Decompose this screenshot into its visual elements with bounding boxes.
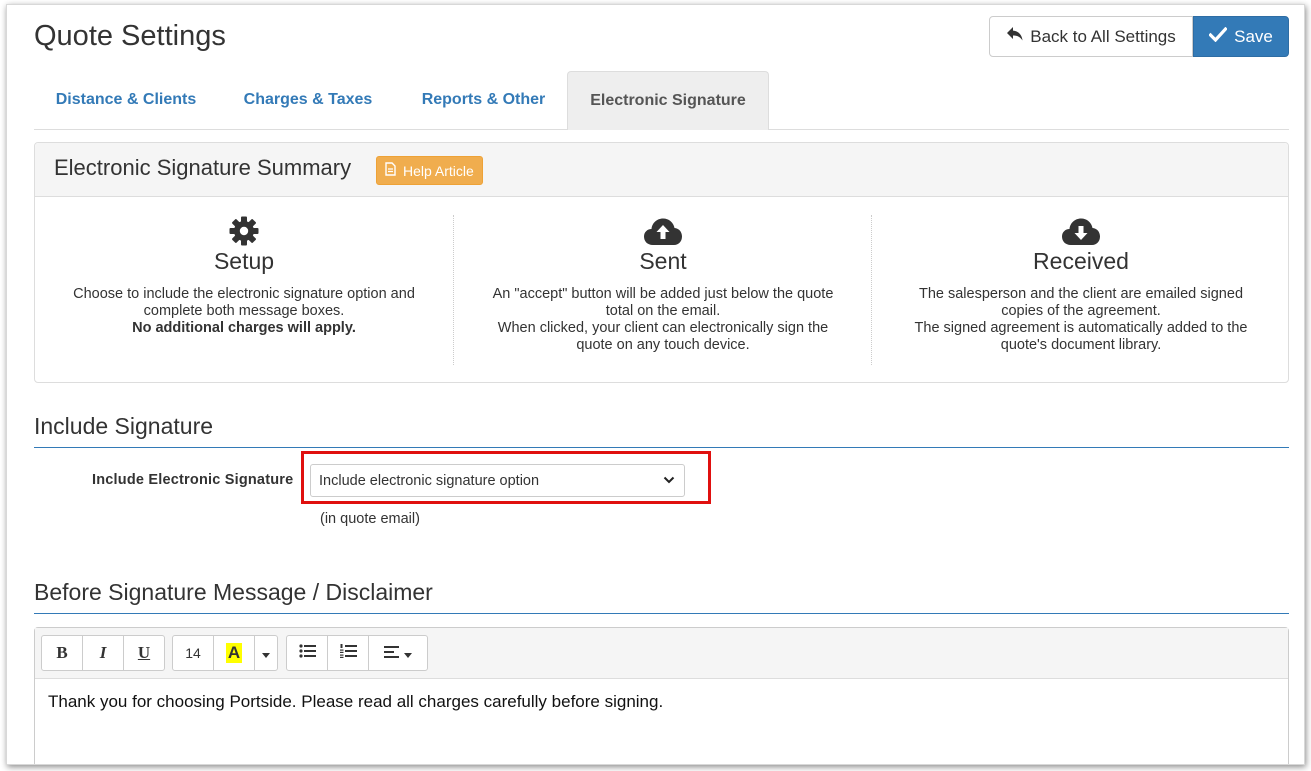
font-group: 14 A (172, 635, 278, 671)
include-signature-label: Include Electronic Signature (92, 472, 294, 488)
help-article-button[interactable]: Help Article (376, 156, 483, 185)
received-line: The signed agreement is automatically ad… (914, 320, 1248, 353)
section-divider (34, 447, 1289, 448)
tab-reports-other[interactable]: Reports & Other (402, 71, 565, 129)
align-dropdown-button[interactable] (368, 635, 428, 671)
sent-description: An "accept" button will be added just be… (454, 286, 872, 354)
document-icon (385, 162, 396, 179)
back-to-settings-button[interactable]: Back to All Settings (989, 16, 1193, 57)
summary-column-sent: Sent An "accept" button will be added ju… (453, 215, 872, 365)
panel-title: Electronic Signature Summary (54, 155, 352, 180)
help-article-label: Help Article (403, 162, 474, 179)
italic-button[interactable]: I (82, 635, 124, 671)
gear-icon (35, 215, 453, 247)
paragraph-group (286, 635, 428, 671)
save-button[interactable]: Save (1193, 16, 1289, 57)
settings-window: Quote Settings Back to All Settings Save… (6, 4, 1305, 765)
tab-distance-clients[interactable]: Distance & Clients (34, 71, 218, 129)
editor-toolbar: B I U 14 A (35, 628, 1288, 679)
page-title: Quote Settings (34, 20, 226, 52)
sent-line: An "accept" button will be added just be… (492, 286, 834, 319)
disclaimer-heading: Before Signature Message / Disclaimer (34, 579, 433, 605)
highlight-icon: A (225, 643, 243, 663)
save-button-label: Save (1234, 26, 1273, 46)
caret-down-icon (404, 643, 412, 663)
bullet-list-button[interactable] (286, 635, 328, 671)
tab-electronic-signature[interactable]: Electronic Signature (567, 71, 769, 130)
setup-line: Choose to include the electronic signatu… (73, 286, 415, 319)
highlight-color-dropdown[interactable] (254, 635, 278, 671)
summary-column-setup: Setup Choose to include the electronic s… (35, 215, 453, 365)
setup-note: No additional charges will apply. (132, 320, 356, 336)
setup-title: Setup (213, 248, 275, 274)
received-line: The salesperson and the client are email… (918, 286, 1244, 319)
align-left-icon (384, 643, 399, 663)
disclaimer-editor: B I U 14 A Thank you for choosing Portsi… (34, 627, 1289, 764)
tab-charges-taxes[interactable]: Charges & Taxes (225, 71, 391, 129)
underline-button[interactable]: U (123, 635, 165, 671)
select-highlight-box (301, 451, 711, 504)
text-style-group: B I U (41, 635, 165, 671)
cloud-upload-icon (454, 215, 872, 247)
reply-arrow-icon (1006, 26, 1024, 47)
select-help-text: (in quote email) (320, 511, 420, 527)
received-description: The salesperson and the client are email… (872, 286, 1290, 354)
disclaimer-text[interactable]: Thank you for choosing Portside. Please … (48, 692, 663, 712)
settings-tabs: Distance & Clients Charges & Taxes Repor… (34, 71, 1289, 130)
section-divider (34, 613, 1289, 614)
back-button-label: Back to All Settings (1030, 26, 1176, 46)
received-title: Received (1033, 248, 1129, 274)
bold-button[interactable]: B (41, 635, 83, 671)
caret-down-icon (262, 643, 270, 663)
numbered-list-icon (339, 643, 357, 663)
sent-line: When clicked, your client can electronic… (497, 320, 829, 353)
sent-title: Sent (639, 248, 687, 274)
summary-column-received: Received The salesperson and the client … (871, 215, 1290, 365)
font-size-button[interactable]: 14 (172, 635, 214, 671)
setup-description: Choose to include the electronic signatu… (35, 286, 453, 337)
signature-summary-panel: Electronic Signature Summary Help Articl… (34, 142, 1289, 383)
cloud-download-icon (872, 215, 1290, 247)
numbered-list-button[interactable] (327, 635, 369, 671)
include-signature-heading: Include Signature (34, 413, 214, 439)
bullet-list-icon (298, 643, 316, 663)
panel-header: Electronic Signature Summary Help Articl… (35, 143, 1288, 197)
check-icon (1208, 26, 1228, 47)
highlight-color-button[interactable]: A (213, 635, 255, 671)
